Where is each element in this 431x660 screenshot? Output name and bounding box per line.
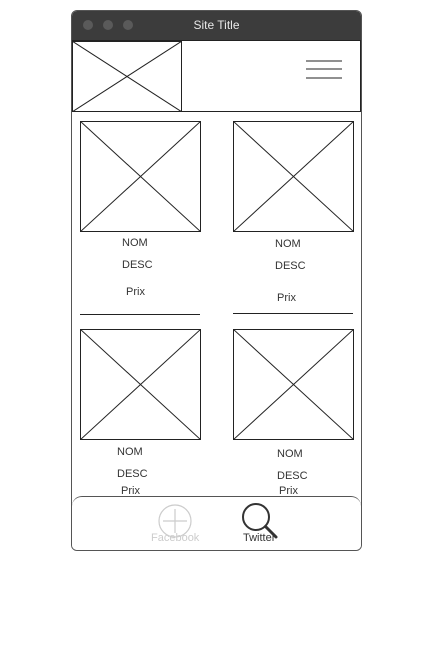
product-price: Prix xyxy=(126,286,145,298)
product-description: DESC xyxy=(122,259,153,271)
logo-image-placeholder-icon[interactable] xyxy=(72,41,182,112)
product-description: DESC xyxy=(277,470,308,482)
product-description: DESC xyxy=(117,468,148,480)
product-divider xyxy=(80,314,200,315)
product-image-placeholder-icon[interactable] xyxy=(233,329,354,440)
product-price: Prix xyxy=(277,292,296,304)
hamburger-menu-icon[interactable] xyxy=(305,59,343,83)
site-header xyxy=(72,40,361,112)
tab-label-twitter: Twitter xyxy=(243,532,276,544)
product-image-placeholder-icon[interactable] xyxy=(233,121,354,232)
product-image-placeholder-icon[interactable] xyxy=(80,329,201,440)
product-name: NOM xyxy=(275,238,301,250)
product-image-placeholder-icon[interactable] xyxy=(80,121,201,232)
title-bar: Site Title xyxy=(72,11,361,40)
bottom-tab-bar: Facebook Twitter xyxy=(72,496,361,550)
browser-window: Site Title NOM DESC Prix NOM DESC Prix N… xyxy=(71,10,362,551)
window-title: Site Title xyxy=(193,18,240,32)
product-divider xyxy=(233,313,353,314)
product-name: NOM xyxy=(277,448,303,460)
product-name: NOM xyxy=(122,237,148,249)
product-name: NOM xyxy=(117,446,143,458)
tab-label-facebook: Facebook xyxy=(151,532,200,544)
product-description: DESC xyxy=(275,260,306,272)
